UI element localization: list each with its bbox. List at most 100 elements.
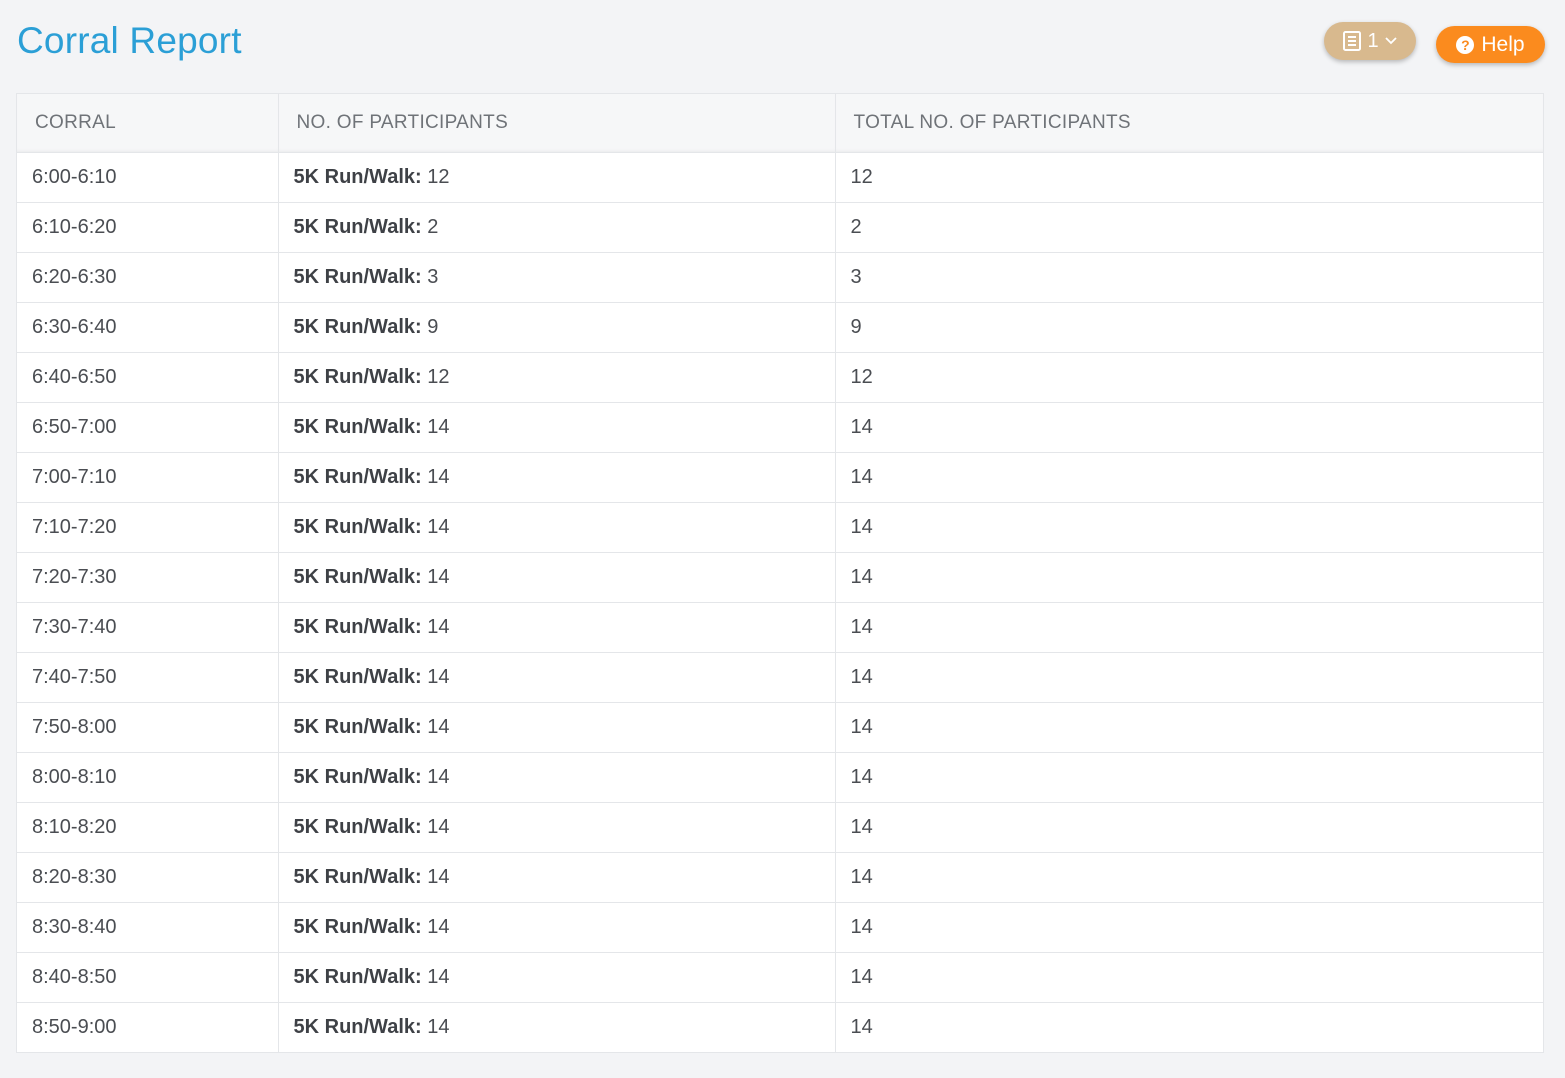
corral-cell: 7:00-7:10	[17, 452, 279, 503]
corral-cell: 6:00-6:10	[17, 152, 279, 203]
event-label: 5K Run/Walk:	[293, 265, 422, 288]
corral-report-page: Corral Report 1 ? Help CORRAL NO. OF PAR…	[0, 0, 1565, 1078]
event-label: 5K Run/Walk:	[293, 315, 422, 338]
total-participants-cell: 14	[835, 502, 1543, 553]
participant-count: 12	[427, 365, 450, 388]
corral-cell: 7:20-7:30	[17, 552, 279, 603]
corral-cell: 6:50-7:00	[17, 402, 279, 453]
table-row: 6:00-6:10 5K Run/Walk: 12 12	[17, 152, 1543, 203]
participants-cell: 5K Run/Walk: 14	[278, 852, 836, 903]
table-row: 7:00-7:10 5K Run/Walk: 14 14	[17, 452, 1543, 503]
corral-cell: 7:50-8:00	[17, 702, 279, 753]
help-label: Help	[1481, 32, 1525, 56]
participants-cell: 5K Run/Walk: 14	[278, 952, 836, 1003]
table-row: 6:30-6:40 5K Run/Walk: 99	[17, 302, 1543, 353]
participants-cell: 5K Run/Walk: 14	[278, 752, 836, 803]
table-row: 7:10-7:20 5K Run/Walk: 14 14	[17, 502, 1543, 553]
total-participants-cell: 14	[835, 652, 1543, 703]
column-header-corral[interactable]: CORRAL	[17, 94, 279, 153]
table-row: 7:30-7:40 5K Run/Walk: 14 14	[17, 602, 1543, 653]
participants-cell: 5K Run/Walk: 14	[278, 502, 836, 553]
participant-count: 12	[427, 165, 450, 188]
participants-cell: 5K Run/Walk: 9	[278, 302, 836, 353]
total-participants-cell: 2	[835, 202, 1543, 253]
corral-cell: 6:20-6:30	[17, 252, 279, 303]
participant-count: 14	[427, 415, 450, 438]
table-header-row: CORRAL NO. OF PARTICIPANTS TOTAL NO. OF …	[17, 94, 1543, 153]
participant-count: 9	[427, 315, 439, 338]
participant-count: 14	[427, 515, 450, 538]
total-participants-cell: 14	[835, 902, 1543, 953]
table-row: 8:10-8:20 5K Run/Walk: 14 14	[17, 802, 1543, 853]
total-participants-cell: 14	[835, 452, 1543, 503]
table-row: 7:50-8:00 5K Run/Walk: 14 14	[17, 702, 1543, 753]
total-participants-cell: 12	[835, 152, 1543, 203]
document-list-icon	[1343, 31, 1362, 51]
total-participants-cell: 9	[835, 302, 1543, 353]
participant-count: 2	[427, 215, 439, 238]
corral-cell: 8:20-8:30	[17, 852, 279, 903]
table-row: 8:40-8:50 5K Run/Walk: 14 14	[17, 952, 1543, 1003]
participants-cell: 5K Run/Walk: 14	[278, 702, 836, 753]
column-header-participants[interactable]: NO. OF PARTICIPANTS	[278, 94, 836, 153]
total-participants-cell: 14	[835, 602, 1543, 653]
participants-cell: 5K Run/Walk: 14	[278, 602, 836, 653]
table-row: 6:40-6:50 5K Run/Walk: 12 12	[17, 352, 1543, 403]
corral-cell: 6:40-6:50	[17, 352, 279, 403]
participants-cell: 5K Run/Walk: 14	[278, 902, 836, 953]
table-row: 6:50-7:00 5K Run/Walk: 14 14	[17, 402, 1543, 453]
corral-cell: 8:30-8:40	[17, 902, 279, 953]
total-participants-cell: 14	[835, 952, 1543, 1003]
event-label: 5K Run/Walk:	[293, 1015, 422, 1038]
total-participants-cell: 14	[835, 552, 1543, 603]
table-row: 8:30-8:40 5K Run/Walk: 14 14	[17, 902, 1543, 953]
corral-cell: 8:40-8:50	[17, 952, 279, 1003]
participant-count: 14	[427, 765, 450, 788]
participant-count: 14	[427, 965, 450, 988]
participant-count: 14	[427, 865, 450, 888]
table-row: 6:10-6:20 5K Run/Walk: 22	[17, 202, 1543, 253]
table-row: 6:20-6:30 5K Run/Walk: 33	[17, 252, 1543, 303]
corral-cell: 6:10-6:20	[17, 202, 279, 253]
participant-count: 14	[427, 465, 450, 488]
participant-count: 14	[427, 565, 450, 588]
participants-cell: 5K Run/Walk: 3	[278, 252, 836, 303]
column-header-total-participants[interactable]: TOTAL NO. OF PARTICIPANTS	[835, 94, 1543, 153]
participant-count: 14	[427, 715, 450, 738]
total-participants-cell: 14	[835, 402, 1543, 453]
event-label: 5K Run/Walk:	[293, 415, 422, 438]
corral-cell: 7:40-7:50	[17, 652, 279, 703]
participants-cell: 5K Run/Walk: 14	[278, 1002, 836, 1052]
total-participants-cell: 14	[850, 1015, 873, 1038]
table-row: 8:50-9:00 5K Run/Walk: 14 14	[17, 1002, 1543, 1052]
participants-cell: 5K Run/Walk: 14	[278, 652, 836, 703]
page-title: Corral Report	[17, 20, 242, 61]
event-label: 5K Run/Walk:	[293, 865, 422, 888]
table-row: 8:20-8:30 5K Run/Walk: 14 14	[17, 852, 1543, 903]
participants-cell: 5K Run/Walk: 14	[278, 452, 836, 503]
question-circle-icon: ?	[1456, 35, 1475, 54]
participants-cell: 5K Run/Walk: 2	[278, 202, 836, 253]
participant-count: 14	[427, 665, 450, 688]
report-count: 1	[1367, 29, 1379, 52]
chevron-down-icon	[1384, 37, 1397, 45]
event-label: 5K Run/Walk:	[293, 765, 422, 788]
report-selector-button[interactable]: 1	[1324, 22, 1416, 60]
total-participants-cell: 12	[835, 352, 1543, 403]
table-row: 7:40-7:50 5K Run/Walk: 14 14	[17, 652, 1543, 703]
participant-count: 3	[427, 265, 439, 288]
total-participants-cell: 14	[835, 702, 1543, 753]
corral-cell: 8:00-8:10	[17, 752, 279, 803]
corral-cell: 7:30-7:40	[17, 602, 279, 653]
participants-cell: 5K Run/Walk: 12	[278, 352, 836, 403]
table-row: 8:00-8:10 5K Run/Walk: 14 14	[17, 752, 1543, 803]
event-label: 5K Run/Walk:	[293, 165, 422, 188]
help-button[interactable]: ? Help	[1436, 26, 1545, 63]
event-label: 5K Run/Walk:	[293, 365, 422, 388]
event-label: 5K Run/Walk:	[293, 815, 422, 838]
corral-cell: 8:50-9:00	[17, 1002, 279, 1052]
participants-cell: 5K Run/Walk: 12	[278, 152, 836, 203]
participant-count: 14	[427, 615, 450, 638]
total-participants-cell: 3	[835, 252, 1543, 303]
participant-count: 14	[427, 915, 450, 938]
